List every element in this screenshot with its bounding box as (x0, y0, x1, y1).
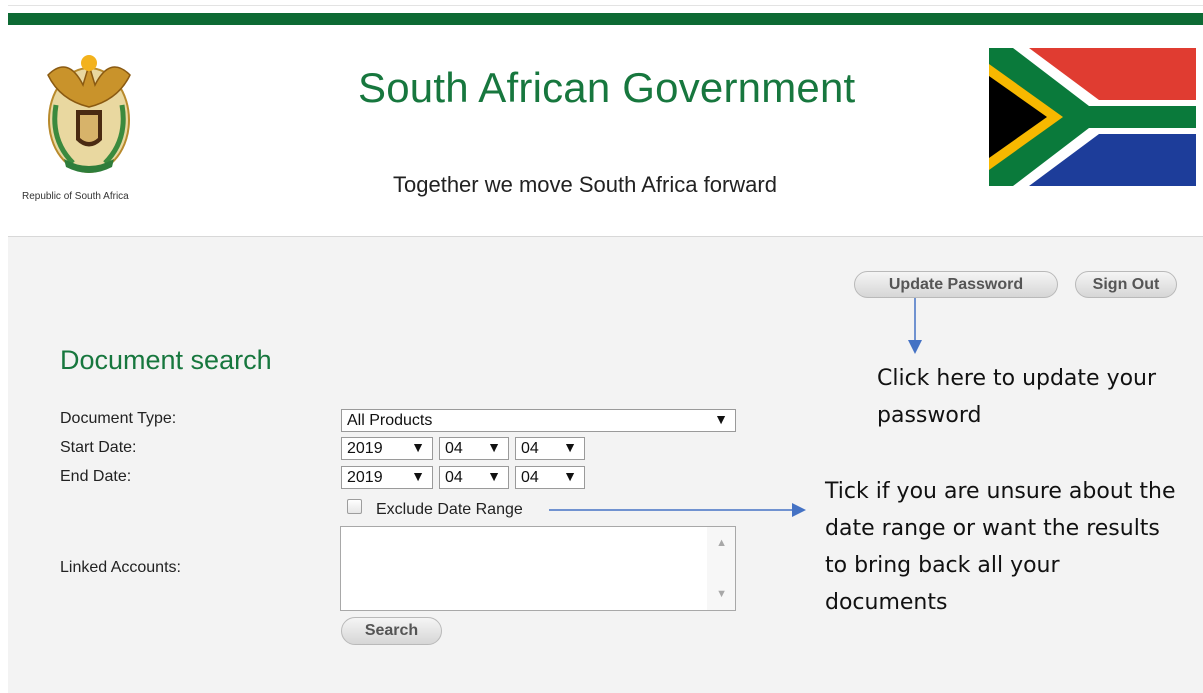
start-day-value: 04 (521, 439, 539, 457)
site-tagline: Together we move South Africa forward (393, 172, 777, 197)
top-frame-edge (8, 0, 1203, 6)
search-button[interactable]: Search (341, 617, 442, 645)
start-month-select[interactable]: 04 ▼ (439, 437, 509, 460)
document-search-title: Document search (60, 345, 272, 375)
start-year-select[interactable]: 2019 ▼ (341, 437, 433, 460)
linked-accounts-listbox[interactable]: ▲ ▼ (340, 526, 736, 611)
south-african-flag-icon (989, 48, 1196, 186)
republic-label: Republic of South Africa (22, 191, 129, 202)
site-title: South African Government (358, 64, 856, 111)
main-panel (8, 237, 1203, 693)
chevron-down-icon: ▼ (487, 439, 501, 455)
sign-out-button[interactable]: Sign Out (1075, 271, 1177, 298)
coat-of-arms-icon (47, 55, 131, 173)
start-date-label: Start Date: (60, 439, 137, 456)
end-day-value: 04 (521, 468, 539, 486)
update-password-button[interactable]: Update Password (854, 271, 1058, 298)
scroll-down-icon[interactable]: ▼ (716, 588, 727, 600)
start-year-value: 2019 (347, 439, 383, 457)
end-day-select[interactable]: 04 ▼ (515, 466, 585, 489)
header-green-bar (8, 13, 1203, 25)
start-day-select[interactable]: 04 ▼ (515, 437, 585, 460)
scroll-up-icon[interactable]: ▲ (716, 537, 727, 549)
linked-accounts-label: Linked Accounts: (60, 559, 181, 576)
document-type-select[interactable]: All Products ▼ (341, 409, 736, 432)
end-year-select[interactable]: 2019 ▼ (341, 466, 433, 489)
chevron-down-icon: ▼ (563, 439, 577, 455)
exclude-date-range-label: Exclude Date Range (376, 501, 523, 518)
chevron-down-icon: ▼ (411, 439, 425, 455)
chevron-down-icon: ▼ (714, 411, 728, 427)
exclude-date-range-checkbox[interactable] (347, 499, 362, 514)
chevron-down-icon: ▼ (563, 468, 577, 484)
exclude-date-callout: Tick if you are unsure about the date ra… (825, 479, 1176, 615)
document-type-value: All Products (347, 411, 433, 429)
document-type-label: Document Type: (60, 410, 177, 427)
end-year-value: 2019 (347, 468, 383, 486)
end-month-select[interactable]: 04 ▼ (439, 466, 509, 489)
chevron-down-icon: ▼ (487, 468, 501, 484)
start-month-value: 04 (445, 439, 463, 457)
end-date-label: End Date: (60, 468, 132, 485)
listbox-scrollbar[interactable]: ▲ ▼ (707, 527, 735, 610)
end-month-value: 04 (445, 468, 463, 486)
update-password-callout: Click here to update your password (877, 366, 1157, 428)
chevron-down-icon: ▼ (411, 468, 425, 484)
